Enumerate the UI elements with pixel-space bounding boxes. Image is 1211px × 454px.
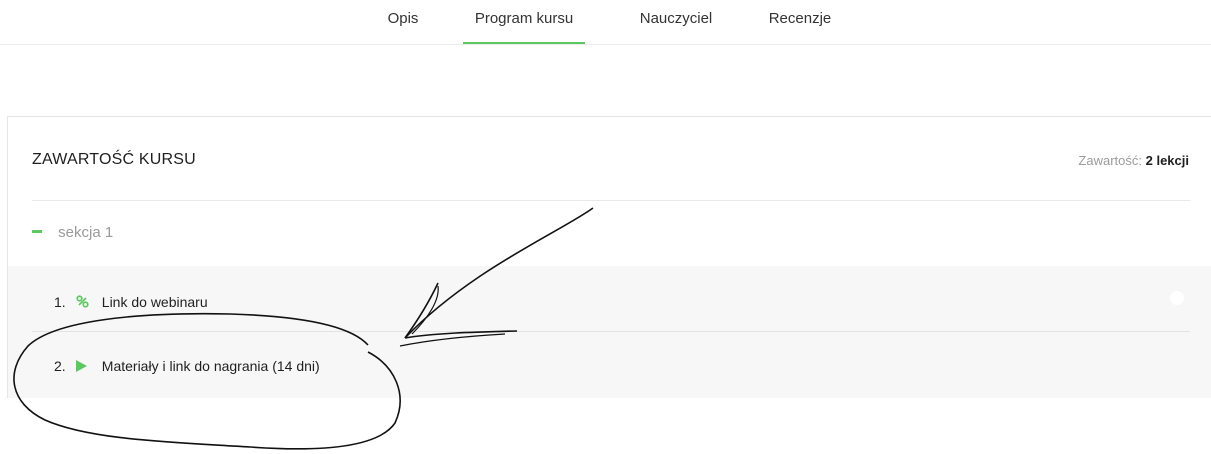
section-title: sekcja 1: [58, 224, 114, 241]
lesson-count-label: Zawartość:: [1078, 153, 1142, 168]
course-tabs: Opis Program kursu Nauczyciel Recenzje: [0, 0, 1211, 45]
course-content-title: ZAWARTOŚĆ KURSU: [32, 151, 196, 168]
tab-opis[interactable]: Opis: [383, 10, 423, 44]
divider: [32, 200, 1190, 201]
collapse-minus-icon: [32, 229, 42, 233]
lesson-list: 1. Link do webinaru 2. Materiały i link …: [8, 266, 1211, 398]
tab-recenzje[interactable]: Recenzje: [762, 10, 838, 44]
course-content-card: ZAWARTOŚĆ KURSU Zawartość: 2 lekcji sekc…: [7, 116, 1211, 398]
lesson-item-1[interactable]: 1. Link do webinaru: [54, 294, 208, 310]
status-dot: [1170, 291, 1184, 305]
play-icon: [75, 359, 98, 374]
tab-program-kursu[interactable]: Program kursu: [463, 10, 585, 44]
tab-recenzje-label: Recenzje: [768, 10, 832, 27]
tab-opis-label: Opis: [387, 10, 419, 27]
lesson-number: 1.: [54, 294, 66, 310]
lesson-title: Link do webinaru: [101, 294, 208, 310]
lesson-number: 2.: [54, 358, 66, 374]
tab-program-kursu-label: Program kursu: [474, 10, 574, 27]
lesson-item-2[interactable]: 2. Materiały i link do nagrania (14 dni): [54, 358, 320, 374]
divider: [32, 331, 1190, 332]
lesson-title: Materiały i link do nagrania (14 dni): [101, 358, 320, 374]
section-toggle[interactable]: sekcja 1: [32, 224, 113, 241]
lesson-count-value: 2 lekcji: [1145, 153, 1189, 168]
tab-nauczyciel-label: Nauczyciel: [639, 10, 713, 27]
link-icon: [76, 295, 98, 310]
lesson-count: Zawartość: 2 lekcji: [1078, 153, 1189, 168]
tab-nauczyciel[interactable]: Nauczyciel: [630, 10, 722, 44]
